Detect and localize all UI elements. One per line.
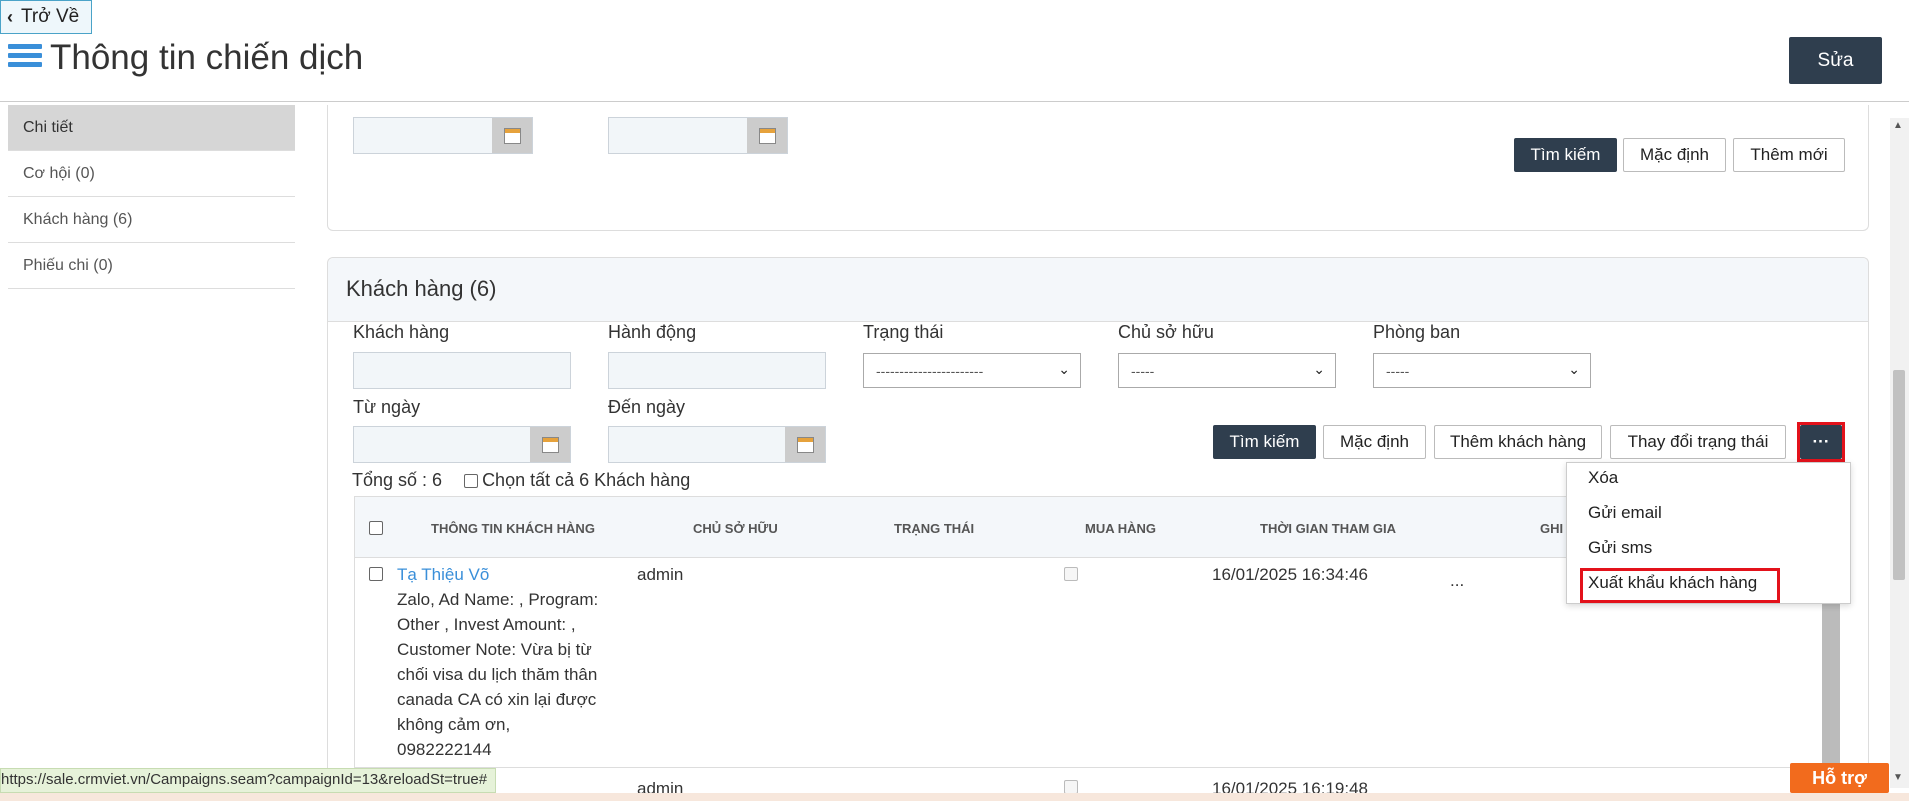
to-date-label: Đến ngày [608,397,686,417]
highlight-box-more [1797,422,1845,462]
more-actions-menu: Xóa Gửi email Gửi sms Xuất khẩu khách hà… [1566,462,1851,604]
detail-line: không cảm ơn, [397,715,511,734]
customer-details: Zalo, Ad Name: , Program: Other , Invest… [397,587,598,762]
column-header-notes: GHI [1540,521,1564,536]
menu-item-delete[interactable]: Xóa [1588,468,1618,488]
from-date-input[interactable] [353,426,571,463]
owner-value: admin [637,565,684,584]
edit-button[interactable]: Sửa [1789,37,1882,84]
owner-filter-select[interactable]: ----- ⌄ [1118,353,1336,388]
menu-icon[interactable] [8,44,42,74]
action-filter-input[interactable] [608,352,826,389]
customers-panel-title: Khách hàng (6) [346,276,497,301]
status-filter-label: Trạng thái [863,322,944,342]
bottom-strip [0,793,1909,801]
total-count: Tổng số : 6 [352,470,443,490]
join-time-value: 16/01/2025 16:34:46 [1212,565,1368,584]
page-scrollbar-thumb[interactable] [1893,370,1905,580]
column-header-status: TRẠNG THÁI [894,521,975,536]
change-status-button[interactable]: Thay đổi trạng thái [1610,425,1786,459]
top-search-button[interactable]: Tìm kiếm [1514,138,1617,172]
menu-item-send-email[interactable]: Gửi email [1588,503,1662,523]
sidebar-item-customers[interactable]: Khách hàng (6) [8,197,295,243]
to-date-input[interactable] [608,426,826,463]
search-button[interactable]: Tìm kiếm [1213,425,1316,459]
purchase-checkbox [1064,780,1078,794]
from-date-label: Từ ngày [353,397,421,417]
purchase-checkbox [1064,567,1078,581]
chevron-down-icon: ⌄ [1313,361,1325,377]
calendar-button[interactable] [530,427,570,462]
support-button[interactable]: Hỗ trợ [1790,763,1889,793]
detail-line: 0982222144 [397,740,492,759]
date-input-2[interactable] [608,117,788,154]
calendar-icon [758,127,776,144]
calendar-icon [503,127,521,144]
date-input-1[interactable] [353,117,533,154]
calendar-icon [796,436,814,453]
note-ellipsis[interactable]: ... [1450,568,1464,593]
detail-line: Customer Note: Vừa bị từ [397,640,592,659]
calendar-icon [541,436,559,453]
customer-filter-label: Khách hàng [353,322,450,342]
calendar-button[interactable] [747,118,787,153]
department-filter-label: Phòng ban [1373,322,1461,342]
chevron-down-icon: ⌄ [1568,361,1580,377]
detail-line: Zalo, Ad Name: , Program: [397,590,599,609]
owner-filter-value: ----- [1131,362,1155,379]
sidebar-item-opportunities[interactable]: Cơ hội (0) [8,151,295,197]
department-filter-value: ----- [1386,362,1410,379]
detail-line: chối visa du lịch thăm thân [397,665,598,684]
back-label: Trở Về [21,6,80,27]
chevron-down-icon: ⌄ [1058,361,1070,377]
owner-filter-label: Chủ sở hữu [1118,322,1214,342]
total-row: Tổng số : 6 Chọn tất cả 6 Khách hàng [352,470,690,491]
detail-line: canada CA có xin lại được [397,690,597,709]
column-header-purchase: MUA HÀNG [1085,521,1157,536]
sidebar: Chi tiết Cơ hội (0) Khách hàng (6) Phiếu… [8,105,295,289]
customer-filter-input[interactable] [353,352,571,389]
sidebar-item-expenses[interactable]: Phiếu chi (0) [8,243,295,289]
select-all-checkbox[interactable] [464,473,479,488]
page-title: Thông tin chiến dịch [50,38,364,77]
highlight-box-export [1580,568,1780,603]
top-default-button[interactable]: Mặc định [1623,138,1726,172]
default-button[interactable]: Mặc định [1323,425,1426,459]
scroll-down-arrow-icon[interactable]: ▼ [1893,772,1903,783]
column-header-join-time: THỜI GIAN THAM GIA [1260,521,1397,536]
action-filter-label: Hành động [608,322,697,342]
top-add-button[interactable]: Thêm mới [1733,138,1845,172]
add-customer-button[interactable]: Thêm khách hàng [1434,425,1602,459]
scroll-up-arrow-icon[interactable]: ▲ [1893,120,1903,131]
calendar-button[interactable] [785,427,825,462]
customers-panel-header: Khách hàng (6) [328,258,1868,322]
detail-line: Other , Invest Amount: , [397,615,576,634]
customer-name-link[interactable]: Tạ Thiệu Võ [397,562,489,587]
column-header-owner: CHỦ SỞ HỮU [693,521,778,536]
department-filter-select[interactable]: ----- ⌄ [1373,353,1591,388]
header-checkbox[interactable] [369,521,383,535]
calendar-button[interactable] [492,118,532,153]
top-filter-panel: Tìm kiếm Mặc định Thêm mới [327,105,1869,231]
page-header: Thông tin chiến dịch Sửa [0,34,1909,102]
back-button[interactable]: ‹ Trở Về [0,0,92,34]
column-header-customer-info: THÔNG TIN KHÁCH HÀNG [431,521,595,536]
sidebar-item-details[interactable]: Chi tiết [8,105,295,151]
status-filter-select[interactable]: ----------------------- ⌄ [863,353,1081,388]
menu-item-send-sms[interactable]: Gửi sms [1588,538,1652,558]
chevron-left-icon: ‹ [7,6,13,27]
status-bar-url: https://sale.crmviet.vn/Campaigns.seam?c… [0,768,497,793]
select-all-label: Chọn tất cả 6 Khách hàng [482,470,691,490]
row-checkbox[interactable] [369,567,383,581]
status-filter-value: ----------------------- [876,362,984,379]
